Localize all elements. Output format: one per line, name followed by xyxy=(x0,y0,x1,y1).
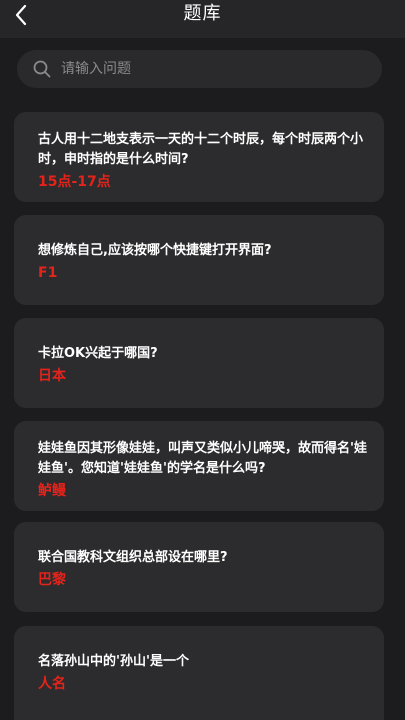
question-text: 古人用十二地支表示一天的十二个时辰，每个时辰两个小时，申时指的是什么时间? xyxy=(38,132,364,167)
answer-text: 人名 xyxy=(38,676,66,692)
question-text: 想修炼自己,应该按哪个快捷键打开界面? xyxy=(38,243,272,258)
question-text: 名落孙山中的'孙山'是一个 xyxy=(38,654,189,669)
app-screen: 题库 古人用十二地支表示一天的十二个时辰，每个时辰两个小时，申时指的是什么时间?… xyxy=(0,0,405,720)
answer-text: 15点-17点 xyxy=(38,174,111,190)
question-card[interactable]: 卡拉OK兴起于哪国? 日本 xyxy=(14,318,384,408)
question-card[interactable]: 古人用十二地支表示一天的十二个时辰，每个时辰两个小时，申时指的是什么时间? 15… xyxy=(14,112,384,202)
page-title: 题库 xyxy=(183,3,222,24)
question-text: 联合国教科文组织总部设在哪里? xyxy=(38,550,228,565)
question-text: 卡拉OK兴起于哪国? xyxy=(38,346,158,361)
search-icon xyxy=(33,60,51,78)
answer-text: 日本 xyxy=(38,368,66,384)
answer-text: 巴黎 xyxy=(38,572,66,588)
answer-text: 鲈鳗 xyxy=(38,483,66,499)
question-card[interactable]: 名落孙山中的'孙山'是一个 人名 xyxy=(14,626,384,720)
search-bar[interactable] xyxy=(17,50,382,88)
question-card[interactable]: 想修炼自己,应该按哪个快捷键打开界面? F1 xyxy=(14,215,384,305)
top-bar: 题库 xyxy=(0,0,405,38)
question-card[interactable]: 联合国教科文组织总部设在哪里? 巴黎 xyxy=(14,522,384,612)
answer-text: F1 xyxy=(38,265,58,281)
question-text: 娃娃鱼因其形像娃娃，叫声又类似小儿啼哭，故而得名'娃娃鱼'。您知道'娃娃鱼'的学… xyxy=(38,441,367,476)
question-card[interactable]: 娃娃鱼因其形像娃娃，叫声又类似小儿啼哭，故而得名'娃娃鱼'。您知道'娃娃鱼'的学… xyxy=(14,421,384,511)
search-input[interactable] xyxy=(61,51,382,87)
